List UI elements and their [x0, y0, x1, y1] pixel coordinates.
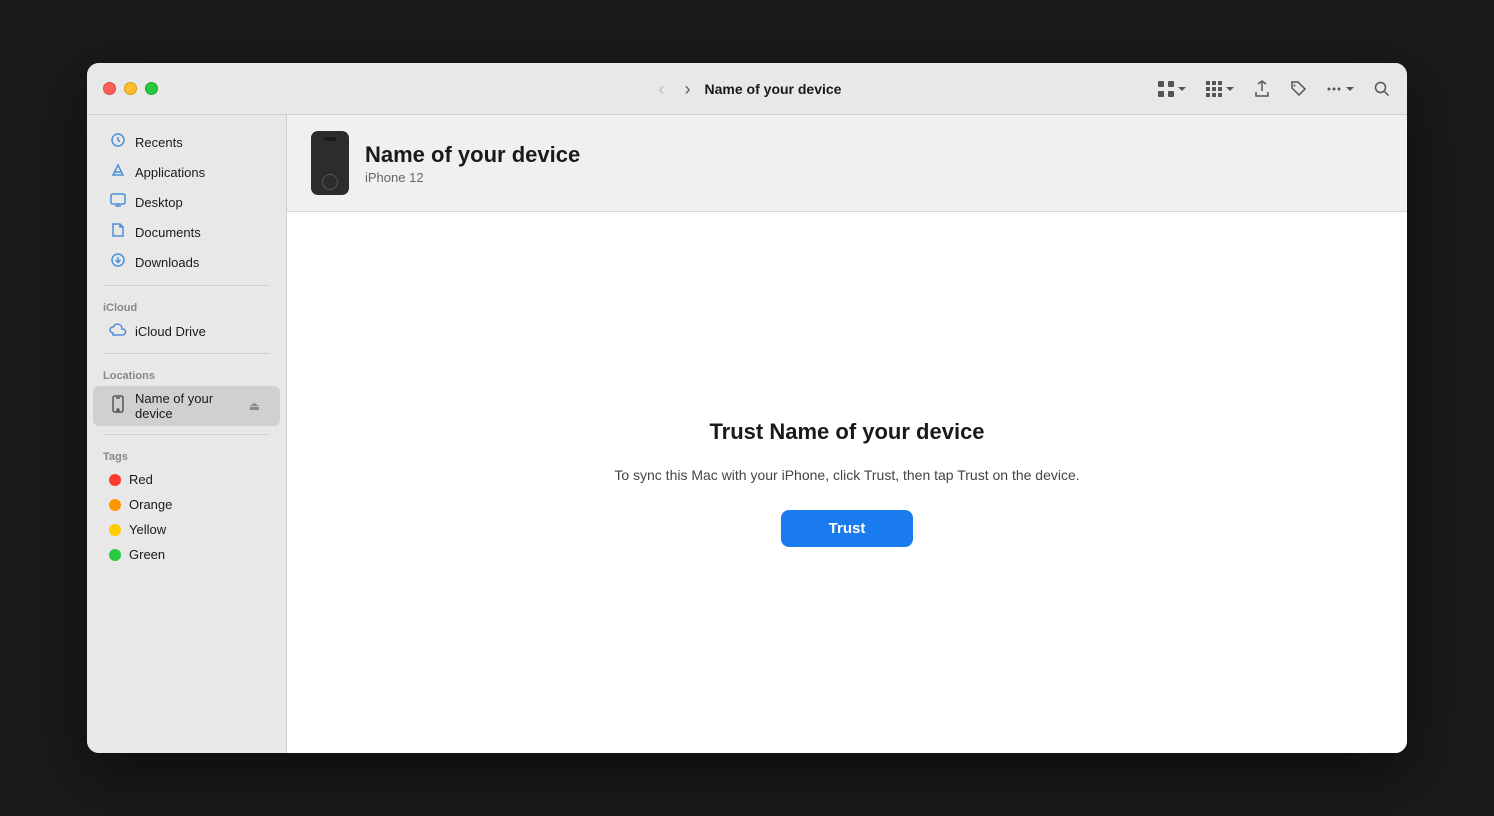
tags-section-label: Tags — [87, 443, 286, 467]
titlebar: ‹ › Name of your device — [87, 63, 1407, 115]
sidebar-item-tag-red[interactable]: Red — [93, 467, 280, 492]
sidebar-item-label: Name of your device — [135, 391, 237, 421]
search-icon[interactable] — [1373, 80, 1391, 98]
documents-icon — [109, 222, 127, 242]
titlebar-center: ‹ › Name of your device — [653, 78, 842, 100]
tag-dot-yellow — [109, 524, 121, 536]
icloud-drive-icon — [109, 323, 127, 340]
sidebar-item-tag-yellow[interactable]: Yellow — [93, 517, 280, 542]
toolbar-actions — [1157, 80, 1391, 98]
trust-dialog: Trust Name of your device To sync this M… — [287, 212, 1407, 753]
sidebar-item-label: Orange — [129, 497, 172, 512]
sidebar-item-downloads[interactable]: Downloads — [93, 247, 280, 277]
traffic-lights — [103, 82, 158, 95]
sidebar-item-recents[interactable]: Recents — [93, 127, 280, 157]
close-button[interactable] — [103, 82, 116, 95]
trust-title: Trust Name of your device — [709, 419, 984, 445]
finder-window: ‹ › Name of your device — [87, 63, 1407, 753]
sidebar-item-icloud-drive[interactable]: iCloud Drive — [93, 318, 280, 345]
tag-dot-red — [109, 474, 121, 486]
back-button[interactable]: ‹ — [653, 78, 671, 100]
trust-description: To sync this Mac with your iPhone, click… — [614, 465, 1079, 486]
downloads-icon — [109, 252, 127, 272]
sidebar-item-label: Applications — [135, 165, 205, 180]
tag-icon[interactable] — [1289, 80, 1307, 98]
sidebar-item-label: iCloud Drive — [135, 324, 206, 339]
sidebar-item-documents[interactable]: Documents — [93, 217, 280, 247]
recents-icon — [109, 132, 127, 152]
sidebar-item-tag-green[interactable]: Green — [93, 542, 280, 567]
sidebar: Recents Applications Desktop — [87, 115, 287, 753]
device-image — [311, 131, 349, 195]
device-info: Name of your device iPhone 12 — [365, 142, 580, 185]
sidebar-item-label: Yellow — [129, 522, 166, 537]
tag-dot-orange — [109, 499, 121, 511]
locations-section-label: Locations — [87, 362, 286, 386]
sidebar-item-applications[interactable]: Applications — [93, 157, 280, 187]
sidebar-divider-3 — [103, 434, 270, 435]
group-icon[interactable] — [1205, 80, 1235, 98]
main-layout: Recents Applications Desktop — [87, 115, 1407, 753]
icloud-section-label: iCloud — [87, 294, 286, 318]
applications-icon — [109, 162, 127, 182]
minimize-button[interactable] — [124, 82, 137, 95]
titlebar-title: Name of your device — [705, 81, 842, 97]
sidebar-divider-1 — [103, 285, 270, 286]
sidebar-item-label: Red — [129, 472, 153, 487]
sidebar-divider-2 — [103, 353, 270, 354]
tag-dot-green — [109, 549, 121, 561]
device-header: Name of your device iPhone 12 — [287, 115, 1407, 212]
view-grid-icon[interactable] — [1157, 80, 1187, 98]
more-options-icon[interactable] — [1325, 80, 1355, 98]
sidebar-item-desktop[interactable]: Desktop — [93, 187, 280, 217]
device-icon — [109, 395, 127, 417]
sidebar-item-label: Recents — [135, 135, 183, 150]
forward-button[interactable]: › — [679, 78, 697, 100]
sidebar-item-tag-orange[interactable]: Orange — [93, 492, 280, 517]
content-area: Name of your device iPhone 12 Trust Name… — [287, 115, 1407, 753]
sidebar-item-label: Green — [129, 547, 165, 562]
desktop-icon — [109, 192, 127, 212]
device-name: Name of your device — [365, 142, 580, 168]
sidebar-item-label: Documents — [135, 225, 201, 240]
trust-button[interactable]: Trust — [781, 510, 914, 547]
share-icon[interactable] — [1253, 80, 1271, 98]
eject-button[interactable]: ⏏ — [245, 397, 264, 415]
device-model: iPhone 12 — [365, 170, 580, 185]
sidebar-item-label: Downloads — [135, 255, 199, 270]
sidebar-item-label: Desktop — [135, 195, 183, 210]
sidebar-item-device[interactable]: Name of your device ⏏ — [93, 386, 280, 426]
maximize-button[interactable] — [145, 82, 158, 95]
